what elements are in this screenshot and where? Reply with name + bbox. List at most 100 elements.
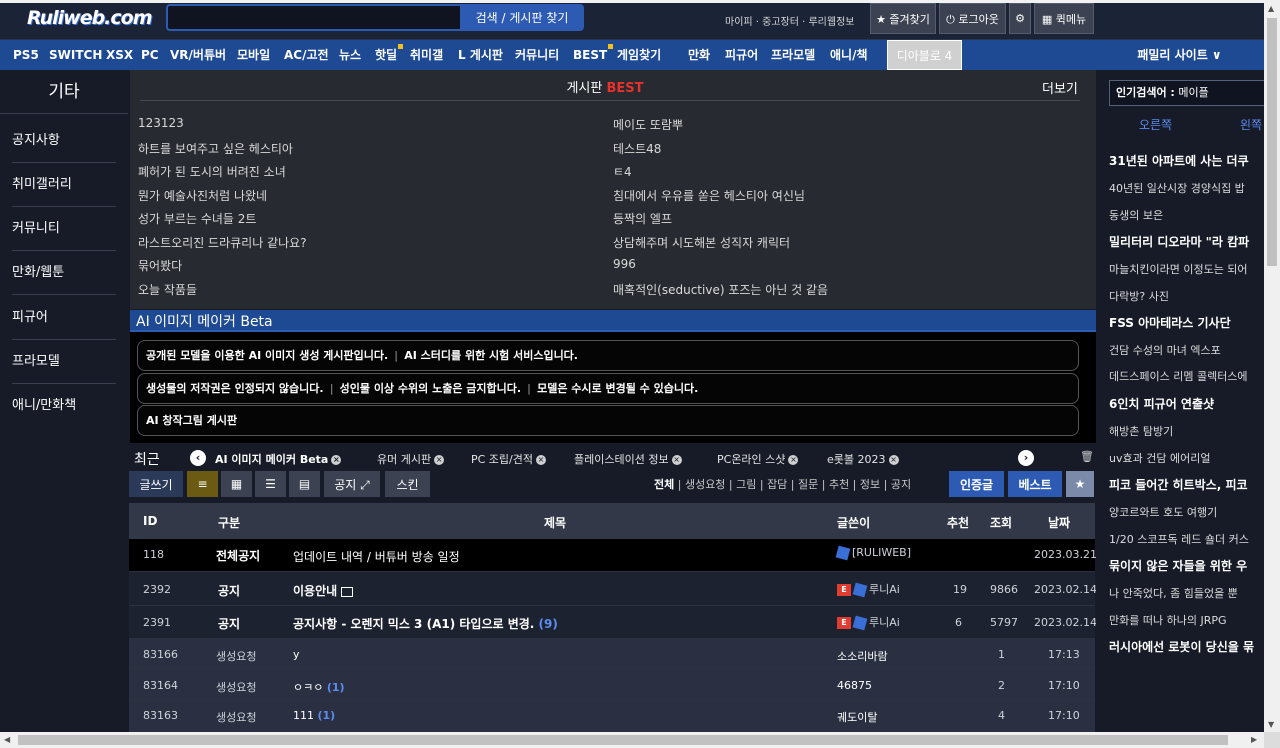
certified-posts-button[interactable]: 인증글 [949, 471, 1004, 497]
best-item[interactable]: 상담해주며 시도해본 성직자 캐릭터 [613, 234, 790, 251]
nav-manga[interactable]: 만화 [688, 40, 710, 70]
category-filters[interactable]: 전체 | 생성요청 | 그림 | 잡담 | 질문 | 추천 | 정보 | 공지 [654, 476, 911, 492]
gallery-view-icon[interactable]: ▤ [289, 471, 320, 497]
best-item[interactable]: 성가 부르는 수녀들 2트 [138, 210, 256, 227]
table-row[interactable] [129, 606, 1095, 639]
write-button[interactable]: 글쓰기 [129, 471, 183, 497]
hot-post[interactable]: 러시아에선 로봇이 당신을 묶 [1109, 638, 1254, 655]
search-input[interactable] [166, 4, 460, 31]
nav-switch[interactable]: SWITCH [49, 40, 102, 70]
best-item[interactable]: 폐허가 된 도시의 버려진 소녀 [138, 163, 286, 180]
hot-post[interactable]: 해방촌 탐방기 [1109, 423, 1173, 439]
recent-board[interactable]: e롯볼 2023 × [827, 451, 899, 467]
nav-diablo4[interactable]: 디아블로 4 [887, 40, 962, 70]
recent-board[interactable]: AI 이미지 메이커 Beta × [215, 451, 342, 467]
row-title[interactable]: ㅇㅋㅇ (1) [293, 679, 345, 695]
scroll-left-icon[interactable]: ◀ [4, 735, 10, 744]
nav-plamodel[interactable]: 프라모델 [771, 40, 815, 70]
best-item[interactable]: 오늘 작품들 [138, 281, 197, 298]
row-title[interactable]: 이용안내 [293, 582, 354, 599]
sidebar-item-notice[interactable]: 공지사항 [12, 119, 116, 163]
row-author[interactable]: E 루니Ai [837, 614, 900, 631]
close-icon[interactable]: × [434, 455, 445, 465]
nav-retro[interactable]: AC/고전 [284, 40, 329, 70]
nav-lboard[interactable]: L 게시판 [458, 40, 503, 70]
table-row[interactable] [129, 669, 1095, 700]
sidebar-item-webtoon[interactable]: 만화/웹툰 [12, 251, 116, 295]
row-title[interactable]: 공지사항 - 오렌지 믹스 3 (A1) 타입으로 변경. (9) [293, 615, 558, 632]
nav-ps5[interactable]: PS5 [13, 40, 39, 70]
tab-left[interactable]: 왼쪽 [1240, 116, 1262, 133]
best-more-link[interactable]: 더보기 [1042, 78, 1078, 97]
star-icon[interactable]: ★ [1066, 471, 1094, 497]
hot-post[interactable]: 동생의 보은 [1109, 207, 1163, 223]
hot-post[interactable]: 31년된 아파트에 사는 더쿠 [1109, 152, 1249, 169]
list-view-icon[interactable]: ≡ [187, 471, 218, 497]
row-title[interactable]: y [293, 648, 300, 661]
hot-post[interactable]: 밀리터리 디오라마 "라 캄파 [1109, 233, 1249, 250]
hot-post[interactable]: 만화를 떠나 하나의 JRPG [1109, 612, 1227, 628]
chevron-right-icon[interactable]: › [1018, 450, 1034, 466]
skin-button[interactable]: 스킨 [385, 471, 430, 497]
sidebar-item-anime-books[interactable]: 애니/만화책 [12, 384, 116, 428]
nav-hobby[interactable]: 취미갤 [410, 40, 443, 70]
nav-pc[interactable]: PC [141, 40, 159, 70]
hot-post[interactable]: 다락방? 사진 [1109, 288, 1169, 304]
favorites-button[interactable]: ★ 즐겨찾기 [870, 3, 936, 34]
scroll-down-icon[interactable]: ▼ [1268, 720, 1274, 729]
row-author[interactable]: [RULIWEB] [835, 545, 911, 561]
best-item[interactable]: 침대에서 우유를 쏟은 헤스티아 여신님 [613, 187, 805, 204]
row-author[interactable]: 궤도이탈 [837, 709, 877, 725]
best-item[interactable]: 메이도 또람뿌 [613, 116, 683, 133]
hot-post[interactable]: 피코 들어간 히트박스, 피코 [1109, 476, 1248, 493]
site-logo[interactable]: Ruliweb.com [27, 7, 153, 29]
table-row[interactable] [129, 539, 1095, 572]
nav-community[interactable]: 커뮤니티 [515, 40, 559, 70]
hot-post[interactable]: 6인치 피규어 연출샷 [1109, 395, 1214, 412]
chevron-left-icon[interactable]: ‹ [190, 450, 206, 466]
search-button[interactable]: 검색 / 게시판 찾기 [460, 4, 584, 31]
best-item[interactable]: 뭔가 예술사진처럼 나왔네 [138, 187, 267, 204]
hot-post[interactable]: uv효과 건담 에어리얼 [1109, 450, 1210, 466]
top-links[interactable]: 마이피 · 중고장터 · 루리웹정보 [725, 13, 854, 28]
logout-button[interactable]: ⏻ 로그아웃 [939, 3, 1006, 34]
best-posts-button[interactable]: 베스트 [1008, 471, 1062, 497]
best-item[interactable]: 매혹적인(seductive) 포즈는 아닌 것 같음 [613, 281, 828, 298]
hot-post[interactable]: 묶이지 않은 자들을 위한 우 [1109, 557, 1247, 574]
hot-post[interactable]: 마늘치킨이라면 이정도는 되어 [1109, 261, 1248, 277]
sidebar-item-figure[interactable]: 피규어 [12, 296, 116, 340]
gear-icon[interactable]: ⚙ [1009, 3, 1031, 34]
scroll-up-icon[interactable]: ▲ [1268, 4, 1274, 13]
close-icon[interactable]: × [536, 455, 546, 465]
row-title[interactable]: 업데이트 내역 / 버튜버 방송 일정 [293, 548, 460, 565]
card-view-icon[interactable]: ☰ [255, 471, 286, 497]
sidebar-item-hobby-gallery[interactable]: 취미갤러리 [12, 163, 116, 207]
hot-post[interactable]: 양코르와트 호도 여행기 [1109, 504, 1217, 520]
sidebar-item-plamodel[interactable]: 프라모델 [12, 340, 116, 384]
horizontal-scroll-thumb[interactable] [18, 735, 1228, 745]
nav-hotdeal[interactable]: 핫딜 [375, 40, 404, 70]
row-title[interactable]: 111 (1) [293, 709, 335, 722]
table-row[interactable] [129, 700, 1095, 732]
nav-figure[interactable]: 피규어 [725, 40, 758, 70]
nav-anime[interactable]: 애니/책 [830, 40, 868, 70]
vertical-scroll-thumb[interactable] [1267, 18, 1277, 266]
nav-news[interactable]: 뉴스 [339, 40, 361, 70]
best-item[interactable]: 996 [613, 257, 636, 271]
trash-icon[interactable]: 🗑 [1080, 450, 1094, 463]
table-row[interactable] [129, 572, 1095, 606]
best-item[interactable]: 묶어봤다 [138, 257, 182, 274]
nav-best[interactable]: BEST [573, 40, 614, 70]
hot-post[interactable]: 건담 수성의 마녀 엑스포 [1109, 342, 1221, 358]
best-item[interactable]: 라스트오리진 드라큐리나 같나요? [138, 234, 307, 251]
hot-post[interactable]: 나 안죽었다, 좀 힘들었을 뿐 [1109, 585, 1238, 601]
quickmenu-button[interactable]: ▦ 퀵메뉴 [1034, 3, 1094, 34]
recent-board[interactable]: 플레이스테이션 정보 × [574, 451, 682, 467]
sidebar-item-community[interactable]: 커뮤니티 [12, 207, 116, 251]
hot-post[interactable]: 데드스페이스 리멤 콜렉터스에 [1109, 368, 1248, 384]
close-icon[interactable]: × [331, 455, 342, 465]
row-author[interactable]: 소소리바람 [837, 648, 888, 664]
nav-gamefind[interactable]: 게임찾기 [617, 40, 661, 70]
best-item[interactable]: 등짝의 엘프 [613, 210, 672, 227]
hot-post[interactable]: FSS 아마테라스 기사단 [1109, 314, 1231, 331]
